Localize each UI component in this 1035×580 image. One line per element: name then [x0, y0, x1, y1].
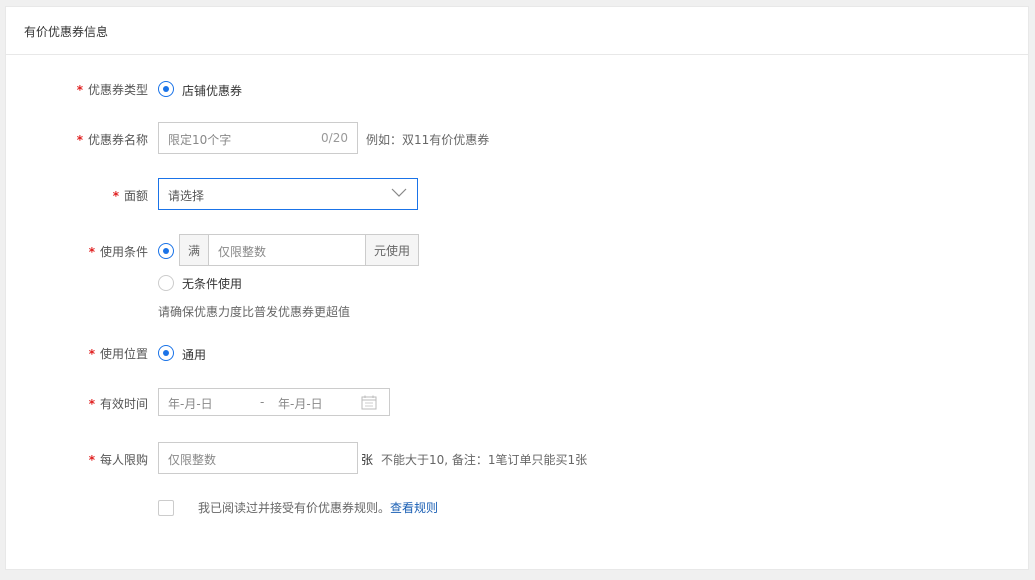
coupon-type-label-text: 优惠券类型 [87, 83, 148, 97]
use-condition-label-text: 使用条件 [99, 245, 148, 259]
coupon-name-char-counter: 0/20 [321, 131, 348, 145]
valid-time-end-placeholder: 年-月-日 [278, 397, 323, 411]
coupon-name-input[interactable]: 限定10个字 0/20 [158, 122, 358, 154]
coupon-name-placeholder: 限定10个字 [168, 133, 232, 147]
coupon-type-option-text: 店铺优惠券 [182, 84, 243, 98]
coupon-type-radio-shop[interactable] [158, 81, 174, 97]
panel-header: 有价优惠券信息 [6, 7, 1028, 55]
per-person-limit-input[interactable]: 仅限整数 [158, 442, 358, 474]
valid-time-label-text: 有效时间 [99, 397, 148, 411]
per-person-limit-label: * 每人限购 [89, 451, 148, 468]
use-condition-prefix: 满 [180, 235, 210, 265]
chevron-down-icon [391, 188, 407, 197]
agreement-text-body: 我已阅读过并接受有价优惠券规则。 [198, 501, 391, 515]
denomination-label: * 面额 [113, 187, 148, 204]
per-person-limit-unit: 张 [361, 453, 374, 467]
required-asterisk: * [88, 397, 95, 411]
calendar-icon [361, 395, 377, 410]
required-asterisk: * [112, 189, 119, 203]
use-condition-radio-threshold[interactable] [158, 243, 174, 259]
use-location-option-text: 通用 [182, 348, 207, 362]
agreement-text: 我已阅读过并接受有价优惠券规则。查看规则 [198, 499, 438, 516]
use-location-radio-general[interactable] [158, 345, 174, 361]
required-asterisk: * [76, 133, 83, 147]
use-condition-radio-unconditional[interactable] [158, 275, 174, 291]
valid-time-start-placeholder: 年-月-日 [168, 397, 213, 411]
denomination-placeholder: 请选择 [168, 189, 205, 203]
denomination-label-text: 面额 [123, 189, 148, 203]
per-person-limit-label-text: 每人限购 [99, 453, 148, 467]
coupon-type-label: * 优惠券类型 [77, 81, 148, 98]
per-person-limit-placeholder: 仅限整数 [168, 453, 217, 467]
use-location-label-text: 使用位置 [99, 347, 148, 361]
required-asterisk: * [88, 453, 95, 467]
required-asterisk: * [88, 347, 95, 361]
use-condition-hint: 请确保优惠力度比普发优惠券更超值 [158, 305, 351, 319]
use-location-label: * 使用位置 [89, 345, 148, 362]
use-condition-suffix: 元使用 [364, 235, 418, 265]
coupon-name-label-text: 优惠券名称 [87, 133, 148, 147]
use-condition-label: * 使用条件 [89, 243, 148, 260]
coupon-info-panel: 有价优惠券信息 * 优惠券类型 店铺优惠券 * 优惠券名称 限定10个字 0/20 … [5, 6, 1029, 570]
use-condition-placeholder: 仅限整数 [218, 245, 267, 259]
valid-time-separator: - [260, 395, 265, 409]
view-rules-link[interactable]: 查看规则 [390, 501, 438, 515]
use-condition-unconditional-text: 无条件使用 [182, 277, 243, 291]
required-asterisk: * [88, 245, 95, 259]
valid-time-label: * 有效时间 [89, 395, 148, 412]
agreement-checkbox[interactable] [158, 500, 174, 516]
coupon-name-label: * 优惠券名称 [77, 131, 148, 148]
coupon-name-hint: 例如：双11有价优惠券 [366, 133, 490, 147]
denomination-select[interactable]: 请选择 [158, 178, 418, 210]
per-person-limit-hint: 不能大于10, 备注：1笔订单只能买1张 [381, 453, 588, 467]
use-condition-input[interactable]: 满 仅限整数 元使用 [179, 234, 419, 266]
valid-time-range-picker[interactable]: 年-月-日 - 年-月-日 [158, 388, 390, 416]
required-asterisk: * [76, 83, 83, 97]
panel-title: 有价优惠券信息 [24, 25, 109, 39]
